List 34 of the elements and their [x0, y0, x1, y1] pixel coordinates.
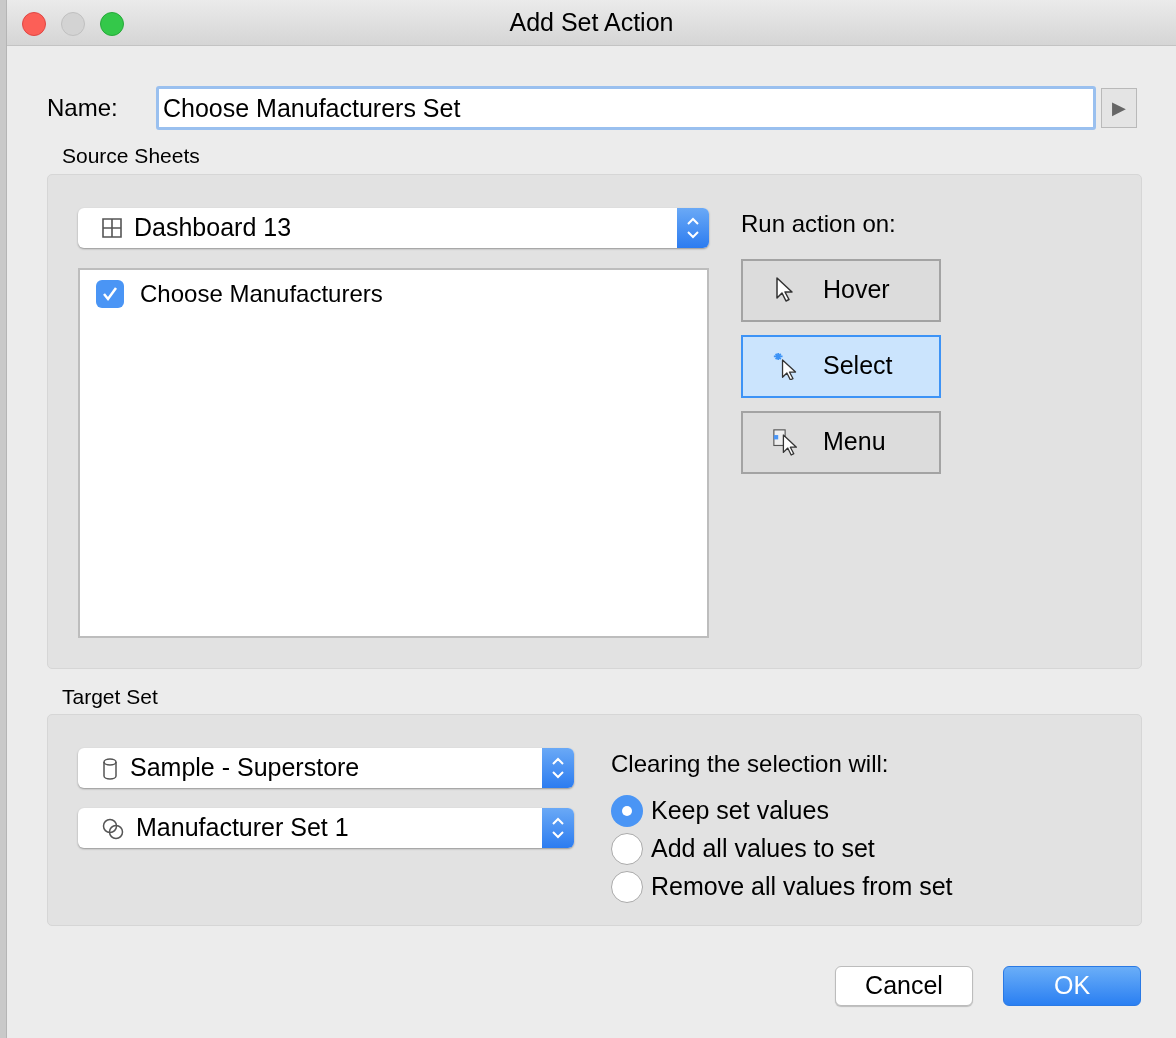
overlapping-circles-icon [102, 816, 124, 840]
grid-icon [102, 215, 122, 240]
option-label: Remove all values from set [651, 871, 953, 903]
trigger-button[interactable]: Hover [741, 258, 941, 322]
checkbox[interactable] [96, 279, 124, 308]
menu-button[interactable]: ▶ [1101, 88, 1137, 128]
window-title: Add Set Action [509, 6, 674, 38]
dropdown[interactable]: Manufacturer Set 1 [78, 808, 574, 848]
sheet-name: Choose Manufacturers [140, 278, 383, 309]
trigger-button[interactable]: Menu [741, 410, 941, 474]
zoom-button[interactable] [100, 12, 124, 36]
radio-button[interactable] [611, 833, 643, 865]
cancel-button[interactable]: Cancel [835, 966, 973, 1006]
dropdown[interactable]: Sample - Superstore [78, 748, 574, 788]
stepper-icon [542, 808, 574, 848]
stepper-icon [677, 207, 709, 248]
name-label: Name: [47, 93, 119, 123]
run-action-label: Run action on: [741, 208, 897, 239]
minimize-button[interactable] [61, 12, 85, 36]
close-button[interactable] [22, 12, 46, 36]
dropdown[interactable]: Dashboard 13 [78, 207, 709, 248]
section-label: Source Sheets [62, 143, 201, 169]
stepper-icon [542, 748, 574, 788]
database-icon [102, 756, 118, 780]
radio-button[interactable] [611, 795, 643, 827]
clearing-label: Clearing the selection will: [611, 749, 890, 779]
trigger-button[interactable]: Select [741, 334, 941, 398]
menu-pointer-icon [773, 428, 799, 456]
option-label: Keep set values [651, 795, 829, 827]
radio-button[interactable] [611, 871, 643, 903]
section-label: Target Set [62, 683, 159, 710]
pointer-burst-icon [773, 352, 799, 380]
option-label: Add all values to set [651, 833, 875, 865]
name-field[interactable]: Choose Manufacturers Set [156, 86, 1096, 130]
